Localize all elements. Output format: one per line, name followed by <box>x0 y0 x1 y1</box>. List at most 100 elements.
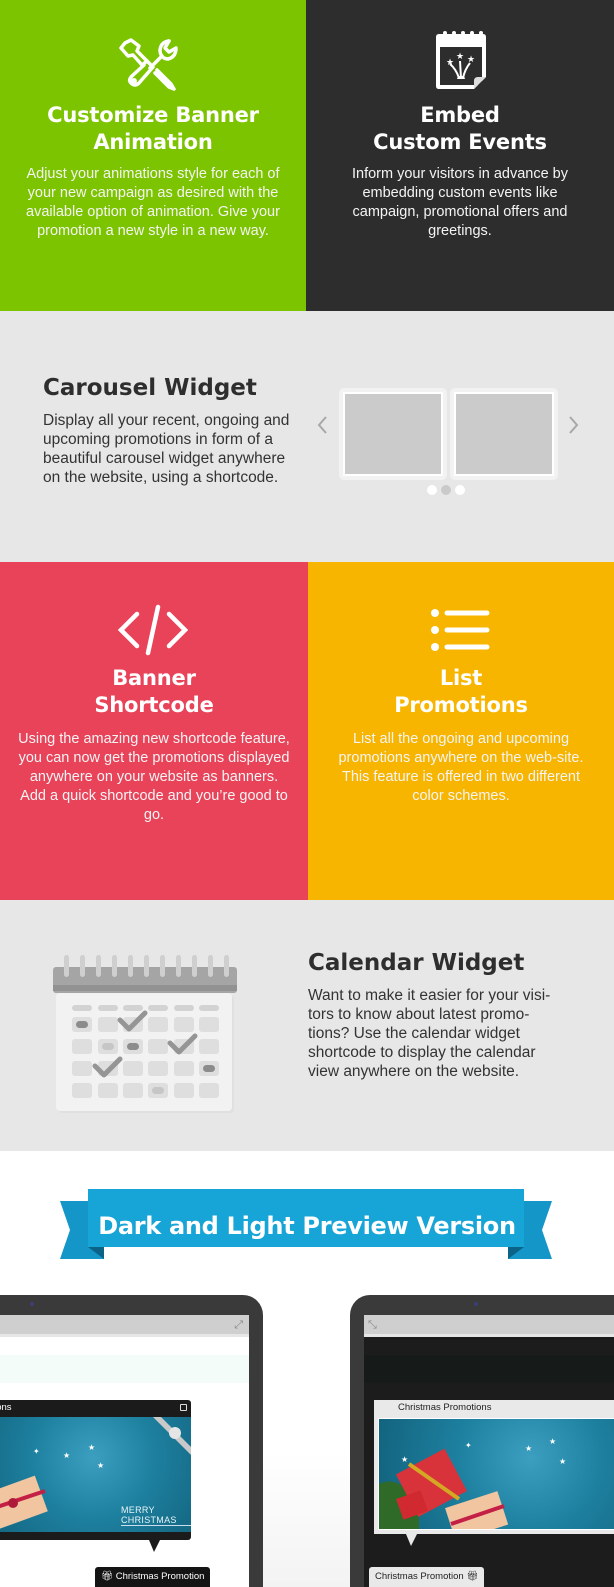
calendar-day <box>174 1083 194 1098</box>
calendar-day <box>123 1061 143 1076</box>
site-navbar <box>364 1355 614 1383</box>
calendar-weekday <box>199 1005 219 1011</box>
expand-icon[interactable]: ⤡ <box>368 1318 377 1332</box>
svg-text:★: ★ <box>446 58 454 68</box>
star-icon: ✦ <box>465 1441 472 1450</box>
carousel-dot-active[interactable] <box>441 485 451 495</box>
calendar-ring <box>80 955 85 977</box>
star-icon: ★ <box>63 1451 71 1460</box>
calendar-weekday <box>98 1005 118 1011</box>
laptop-dark-preview: ⤡ Christmas Promotions ✦ ★ ★ ★ ★ Christm… <box>350 1295 614 1587</box>
calendar-day <box>199 1017 219 1032</box>
star-icon: ★ <box>401 1455 409 1464</box>
calendar-day <box>199 1039 219 1054</box>
calendar-day <box>72 1061 92 1076</box>
feature-description: Inform your visitors in advance by embed… <box>352 166 568 239</box>
calendar-day <box>174 1017 194 1032</box>
carousel-dot[interactable] <box>455 485 465 495</box>
calendar-ring <box>160 955 165 977</box>
calendar-weekday <box>72 1005 92 1011</box>
feature-title-line2: Promotions <box>394 693 528 717</box>
calendar-ring <box>96 955 101 977</box>
ribbon-title: Dark and Light Preview Version <box>98 1212 516 1240</box>
browser-bar: ⤢ <box>0 1315 249 1337</box>
calendar-event <box>76 1021 88 1028</box>
features-row-middle: Banner Shortcode Using the amazing new sh… <box>0 562 614 900</box>
feature-title-line1: List <box>439 666 483 690</box>
laptop-screen: ⤡ Christmas Promotions ✦ ★ ★ ★ ★ Christm… <box>364 1315 614 1587</box>
carousel-slide[interactable] <box>339 388 447 480</box>
gift-icon: 🎁︎ <box>463 1571 479 1582</box>
popup-pointer <box>406 1534 417 1546</box>
christmas-promotion-tab[interactable]: 🎁︎ Christmas Promotion <box>95 1567 211 1587</box>
features-row-top: Customize Banner Animation Adjust your an… <box>0 0 614 311</box>
tab-label: Christmas Promotion <box>375 1571 464 1582</box>
calendar-ring <box>144 955 149 977</box>
christmas-banner-image: ✦ ★ ★ ★ MERRY CHRISTMAS <box>0 1417 191 1532</box>
calendar-day <box>72 1039 92 1054</box>
carousel-pagination <box>427 485 465 495</box>
gift-icon <box>379 1448 509 1529</box>
calendar-ring <box>64 955 69 977</box>
star-icon: ★ <box>559 1457 567 1466</box>
webcam <box>474 1302 478 1306</box>
feature-title-line1: Customize Banner <box>47 103 259 127</box>
close-icon[interactable] <box>180 1404 187 1411</box>
calendar-icon <box>53 955 237 1113</box>
calendar-day <box>148 1061 168 1076</box>
section-description: Want to make it easier for your visi-tor… <box>308 987 551 1080</box>
feature-embed-events: ★ ★ ★ Embed Custom Events Inform your visit… <box>306 0 614 311</box>
calendar-day <box>123 1083 143 1098</box>
webcam <box>30 1302 34 1306</box>
calendar-ring <box>112 955 117 977</box>
tab-label: Christmas Promotion <box>115 1571 205 1582</box>
preview-section: Dark and Light Preview Version ⤢ omotion… <box>0 1151 614 1587</box>
feature-description: Using the amazing new shortcode feature,… <box>18 731 290 823</box>
laptop-screen: ⤢ omotions ✦ ★ ★ <box>0 1315 249 1587</box>
feature-title-line2: Shortcode <box>94 693 214 717</box>
calendar-day <box>98 1083 118 1098</box>
calendar-day <box>72 1083 92 1098</box>
feature-title-line2: Custom Events <box>373 130 547 154</box>
calendar-day <box>174 1061 194 1076</box>
carousel-widget-section: Carousel Widget Display all your recent,… <box>0 311 614 562</box>
star-icon: ★ <box>88 1443 96 1452</box>
site-navbar <box>0 1355 249 1383</box>
star-icon: ★ <box>525 1444 533 1453</box>
banner-text: MERRY CHRISTMAS <box>121 1505 191 1526</box>
feature-banner-shortcode: Banner Shortcode Using the amazing new sh… <box>0 562 308 900</box>
calendar-widget-section: Calendar Widget Want to make it easier f… <box>0 900 614 1151</box>
svg-text:★: ★ <box>456 52 464 62</box>
calendar-ring <box>176 955 181 977</box>
carousel-prev-button[interactable] <box>316 415 328 437</box>
christmas-promotion-tab[interactable]: Christmas Promotion 🎁︎ <box>369 1567 485 1587</box>
slide-image-placeholder <box>454 392 554 476</box>
section-description: Display all your recent, ongoing and upc… <box>43 412 290 486</box>
section-title: Carousel Widget <box>43 375 257 401</box>
carousel-next-button[interactable] <box>568 415 580 437</box>
promo-popup-light-theme: Christmas Promotions ✦ ★ ★ ★ ★ <box>374 1400 614 1534</box>
feature-description: Adjust your animations style for each of… <box>26 166 280 239</box>
gift-icon: 🎁︎ <box>101 1571 116 1582</box>
section-title: Calendar Widget <box>308 950 525 976</box>
calendar-weekday <box>148 1005 168 1011</box>
carousel-dot[interactable] <box>427 485 437 495</box>
star-icon: ★ <box>97 1461 105 1470</box>
carousel-slide[interactable] <box>450 388 558 480</box>
calendar-ring <box>208 955 213 977</box>
popup-pointer <box>149 1540 160 1552</box>
feature-title-line1: Banner <box>112 666 196 690</box>
list-icon <box>431 609 490 651</box>
calendar-fireworks-icon: ★★ ★ <box>436 31 486 89</box>
feature-customize-animation: Customize Banner Animation Adjust your an… <box>0 0 306 311</box>
star-icon: ✦ <box>33 1447 40 1456</box>
calendar-ring <box>192 955 197 977</box>
ribbon-bow-icon <box>153 1417 191 1455</box>
tools-icon <box>119 38 178 91</box>
calendar-event <box>127 1043 139 1050</box>
calendar-event <box>203 1065 215 1072</box>
calendar-ring <box>128 955 133 977</box>
feature-title-line1: Embed <box>420 103 500 127</box>
popup-title: omotions <box>0 1402 12 1413</box>
expand-icon[interactable]: ⤢ <box>234 1318 243 1332</box>
